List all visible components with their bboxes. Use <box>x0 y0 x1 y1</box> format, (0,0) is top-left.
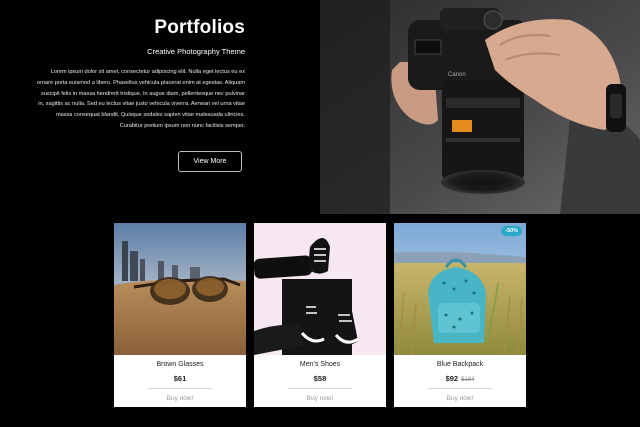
product-name: Blue Backpack <box>436 361 484 368</box>
card-divider <box>428 388 492 389</box>
old-price: $184 <box>461 377 475 383</box>
camera-brand: Canon <box>448 72 466 78</box>
hero-subtitle: Creative Photography Theme <box>147 47 245 56</box>
product-image-backpack[interactable] <box>394 223 526 355</box>
backpack-illustration <box>394 223 526 355</box>
product-card[interactable]: Men's Shoes $58 Buy now! <box>254 223 386 407</box>
product-price: $61 <box>173 374 187 383</box>
product-name: Brown Glasses <box>156 361 204 368</box>
hero-description: Lorem ipsum dolor sit amet, consectetur … <box>36 69 245 129</box>
card-divider <box>288 388 352 389</box>
product-name: Men's Shoes <box>299 361 341 368</box>
product-price: $58 <box>313 374 327 383</box>
view-more-button[interactable]: View More <box>178 151 242 172</box>
sunglasses-illustration <box>114 223 246 355</box>
hero-title: Portfolios <box>154 17 245 38</box>
buy-now-button[interactable]: Buy now! <box>394 395 526 402</box>
shoes-illustration <box>254 223 386 355</box>
card-divider <box>148 388 212 389</box>
camera-illustration: Canon <box>320 0 640 214</box>
product-card[interactable]: Brown Glasses $61 Buy now! <box>114 223 246 407</box>
buy-now-button[interactable]: Buy now! <box>114 395 246 402</box>
hero-text-block: Portfolios Creative Photography Theme Lo… <box>0 0 320 214</box>
hero-camera-image: Canon <box>320 0 640 214</box>
product-image-shoes[interactable] <box>254 223 386 355</box>
product-price: $92 $184 <box>394 374 526 383</box>
discount-badge: -50% <box>501 226 522 236</box>
product-card[interactable]: -50% Blue Backpack $92 $184 Buy now! <box>394 223 526 407</box>
buy-now-button[interactable]: Buy now! <box>254 395 386 402</box>
product-image-glasses[interactable] <box>114 223 246 355</box>
current-price: $92 <box>445 374 459 383</box>
